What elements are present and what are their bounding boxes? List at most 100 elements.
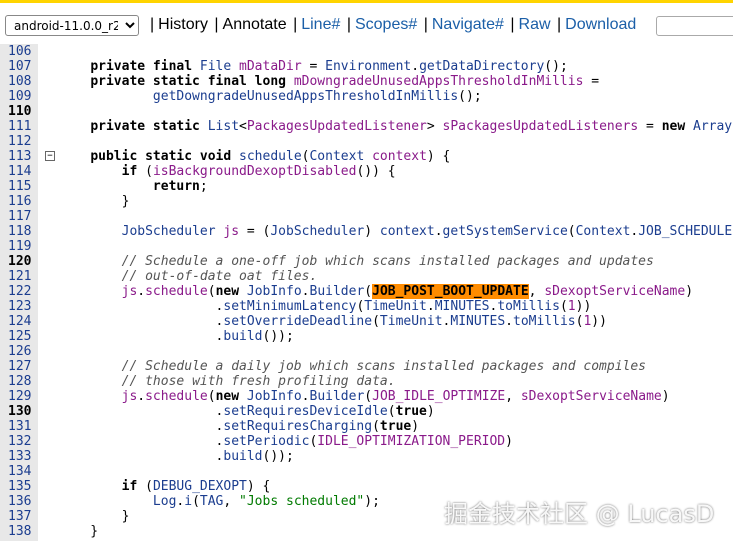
- code-line: 118 JobScheduler js = (JobScheduler) con…: [0, 224, 733, 239]
- line-number[interactable]: 128: [8, 374, 36, 389]
- nav-links: | History | Annotate | Line# | Scopes# | Navi…: [148, 16, 636, 34]
- code-viewer: 106 107 private final File mDataDir = Env…: [0, 44, 733, 541]
- code-text: JobScheduler js = (JobScheduler) context…: [121, 224, 733, 239]
- toolbar: android-11.0.0_r21 | History | Annotate | L…: [0, 0, 733, 44]
- code-text: // out-of-date oat files.: [121, 269, 318, 284]
- code-line: 116 }: [0, 194, 733, 209]
- fold-toggle-icon[interactable]: −: [45, 151, 55, 161]
- line-number[interactable]: 135: [8, 479, 36, 494]
- code-line: 126: [0, 344, 733, 359]
- line-number[interactable]: 125: [8, 329, 36, 344]
- code-line: 128 // those with fresh profiling data.: [0, 374, 733, 389]
- line-number[interactable]: 108: [8, 74, 36, 89]
- line-number[interactable]: 137: [8, 509, 36, 524]
- code-text: js.schedule(new JobInfo.Builder(JOB_POST…: [121, 284, 694, 299]
- code-line: 106: [0, 44, 733, 59]
- search-input[interactable]: [656, 16, 733, 36]
- line-number[interactable]: 119: [8, 239, 36, 254]
- code-line: 108 private static final long mDowngrade…: [0, 74, 733, 89]
- line-number[interactable]: 124: [8, 314, 36, 329]
- code-text: private static final long mDowngradeUnus…: [90, 74, 600, 89]
- code-line: 122 js.schedule(new JobInfo.Builder(JOB_…: [0, 284, 733, 299]
- code-text: private static List<PackagesUpdatedListe…: [90, 119, 733, 134]
- branch-select[interactable]: android-11.0.0_r21: [5, 15, 139, 36]
- line-number[interactable]: 122: [8, 284, 36, 299]
- line-number[interactable]: 109: [8, 89, 36, 104]
- code-text: }: [59, 509, 130, 524]
- line-number[interactable]: 116: [8, 194, 36, 209]
- code-text: .setRequiresDeviceIdle(true): [59, 404, 435, 419]
- line-number[interactable]: 132: [8, 434, 36, 449]
- nav-download-link[interactable]: Download: [565, 16, 636, 33]
- nav-separator: |: [346, 16, 351, 33]
- code-line: 110: [0, 104, 733, 119]
- line-number[interactable]: 126: [8, 344, 36, 359]
- line-number[interactable]: 136: [8, 494, 36, 509]
- line-number[interactable]: 134: [8, 464, 36, 479]
- line-number[interactable]: 112: [8, 134, 36, 149]
- line-number[interactable]: 123: [8, 299, 36, 314]
- line-number[interactable]: 131: [8, 419, 36, 434]
- nav-raw-link[interactable]: Raw: [519, 16, 551, 33]
- code-text: .setPeriodic(IDLE_OPTIMIZATION_PERIOD): [59, 434, 513, 449]
- code-line: 119: [0, 239, 733, 254]
- nav-separator: |: [214, 16, 219, 33]
- nav-separator: |: [423, 16, 428, 33]
- code-line: 109 getDowngradeUnusedAppsThresholdInMil…: [0, 89, 733, 104]
- code-line: 107 private final File mDataDir = Enviro…: [0, 59, 733, 74]
- nav-separator: |: [293, 16, 298, 33]
- code-line: 130 .setRequiresDeviceIdle(true): [0, 404, 733, 419]
- line-number[interactable]: 120: [8, 254, 36, 269]
- line-number[interactable]: 127: [8, 359, 36, 374]
- line-number[interactable]: 130: [8, 404, 36, 419]
- code-line: 134: [0, 464, 733, 479]
- nav-history-link[interactable]: History: [158, 16, 208, 33]
- line-number[interactable]: 114: [8, 164, 36, 179]
- code-text: .setMinimumLatency(TimeUnit.MINUTES.toMi…: [59, 299, 592, 314]
- nav-line-link[interactable]: Line#: [301, 16, 340, 33]
- code-line: 129 js.schedule(new JobInfo.Builder(JOB_…: [0, 389, 733, 404]
- code-text: // those with fresh profiling data.: [121, 374, 396, 389]
- line-number[interactable]: 133: [8, 449, 36, 464]
- code-text: js.schedule(new JobInfo.Builder(JOB_IDLE…: [121, 389, 670, 404]
- code-text: getDowngradeUnusedAppsThresholdInMillis(…: [152, 89, 482, 104]
- code-line: 112: [0, 134, 733, 149]
- code-text: return;: [152, 179, 208, 194]
- line-number[interactable]: 117: [8, 209, 36, 224]
- code-line: 131 .setRequiresCharging(true): [0, 419, 733, 434]
- line-number[interactable]: 110: [8, 104, 36, 119]
- code-line: 123 .setMinimumLatency(TimeUnit.MINUTES.…: [0, 299, 733, 314]
- code-line: 120 // Schedule a one-off job which scan…: [0, 254, 733, 269]
- code-text: public static void schedule(Context cont…: [90, 149, 451, 164]
- line-number[interactable]: 138: [8, 524, 36, 539]
- nav-scopes-link[interactable]: Scopes#: [355, 16, 417, 33]
- code-line: 124 .setOverrideDeadline(TimeUnit.MINUTE…: [0, 314, 733, 329]
- code-line: 111 private static List<PackagesUpdatedL…: [0, 119, 733, 134]
- code-line: 121 // out-of-date oat files.: [0, 269, 733, 284]
- code-line: 114 if (isBackgroundDexoptDisabled()) {: [0, 164, 733, 179]
- line-number[interactable]: 113: [8, 149, 36, 164]
- nav-separator: |: [150, 16, 155, 33]
- code-line: 135 if (DEBUG_DEXOPT) {: [0, 479, 733, 494]
- code-text: // Schedule a daily job which scans inst…: [121, 359, 647, 374]
- code-text: if (DEBUG_DEXOPT) {: [121, 479, 271, 494]
- line-number[interactable]: 107: [8, 59, 36, 74]
- line-number[interactable]: 111: [8, 119, 36, 134]
- code-line: 127 // Schedule a daily job which scans …: [0, 359, 733, 374]
- code-line: 125 .build());: [0, 329, 733, 344]
- watermark: 掘金技术社区 @ LucasD: [444, 500, 715, 528]
- line-number[interactable]: 121: [8, 269, 36, 284]
- code-text: }: [59, 194, 130, 209]
- line-number[interactable]: 118: [8, 224, 36, 239]
- line-number[interactable]: 129: [8, 389, 36, 404]
- nav-separator: |: [510, 16, 515, 33]
- nav-navigate-link[interactable]: Navigate#: [432, 16, 504, 33]
- nav-separator: |: [556, 16, 562, 33]
- code-text: .setOverrideDeadline(TimeUnit.MINUTES.to…: [59, 314, 607, 329]
- code-text: .setRequiresCharging(true): [59, 419, 420, 434]
- line-number[interactable]: 115: [8, 179, 36, 194]
- code-text: .build());: [59, 449, 294, 464]
- code-line: 117: [0, 209, 733, 224]
- line-number[interactable]: 106: [8, 44, 36, 59]
- nav-annotate-link[interactable]: Annotate: [223, 16, 287, 33]
